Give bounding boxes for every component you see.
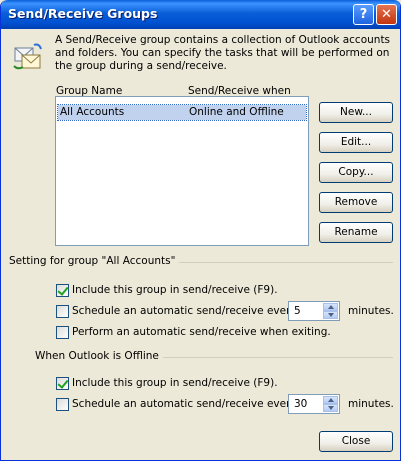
include-online-label[interactable]: Include this group in send/receive (F9). (72, 284, 278, 296)
schedule-online-minutes-value[interactable]: 5 (294, 305, 301, 317)
include-offline-checkbox[interactable] (56, 377, 69, 390)
settings-group-heading: Setting for group "All Accounts" (9, 255, 180, 267)
offline-group-heading: When Outlook is Offline (35, 350, 163, 362)
divider (153, 357, 393, 358)
exiting-checkbox[interactable] (56, 326, 69, 339)
close-button[interactable]: Close (319, 431, 393, 452)
dialog-description: A Send/Receive group contains a collecti… (55, 34, 391, 72)
schedule-online-minutes-spinner[interactable]: 5 (288, 301, 340, 321)
copy-button[interactable]: Copy... (319, 162, 393, 183)
title-bar[interactable]: Send/Receive Groups ? ✕ (1, 0, 400, 29)
schedule-online-unit: minutes. (348, 305, 394, 317)
group-name-cell: All Accounts (60, 106, 125, 118)
new-button[interactable]: New... (319, 102, 393, 123)
schedule-offline-unit: minutes. (348, 398, 394, 410)
divider (165, 262, 393, 263)
exiting-label[interactable]: Perform an automatic send/receive when e… (72, 326, 331, 338)
send-receive-groups-dialog: Send/Receive Groups ? ✕ A Send/Receive g… (0, 0, 401, 461)
list-item[interactable]: All Accounts Online and Offline (57, 104, 307, 121)
include-online-checkbox[interactable] (56, 284, 69, 297)
remove-button[interactable]: Remove (319, 192, 393, 213)
schedule-offline-checkbox[interactable] (56, 398, 69, 411)
schedule-online-label[interactable]: Schedule an automatic send/receive every (72, 305, 297, 317)
help-button[interactable]: ? (353, 4, 374, 25)
include-offline-label[interactable]: Include this group in send/receive (F9). (72, 377, 278, 389)
spin-up-icon[interactable] (323, 396, 338, 404)
schedule-offline-label[interactable]: Schedule an automatic send/receive every (72, 398, 297, 410)
rename-button[interactable]: Rename (319, 222, 393, 243)
schedule-online-checkbox[interactable] (56, 305, 69, 318)
close-window-button[interactable]: ✕ (376, 4, 397, 25)
spin-down-icon[interactable] (323, 311, 338, 319)
spin-up-icon[interactable] (323, 303, 338, 311)
send-receive-icon (13, 43, 42, 70)
group-when-cell: Online and Offline (189, 106, 284, 118)
spin-down-icon[interactable] (323, 404, 338, 412)
groups-list[interactable]: All Accounts Online and Offline (55, 96, 309, 246)
schedule-offline-minutes-value[interactable]: 30 (294, 398, 307, 410)
window-title: Send/Receive Groups (8, 6, 158, 21)
edit-button[interactable]: Edit... (319, 132, 393, 153)
schedule-offline-minutes-spinner[interactable]: 30 (288, 394, 340, 414)
